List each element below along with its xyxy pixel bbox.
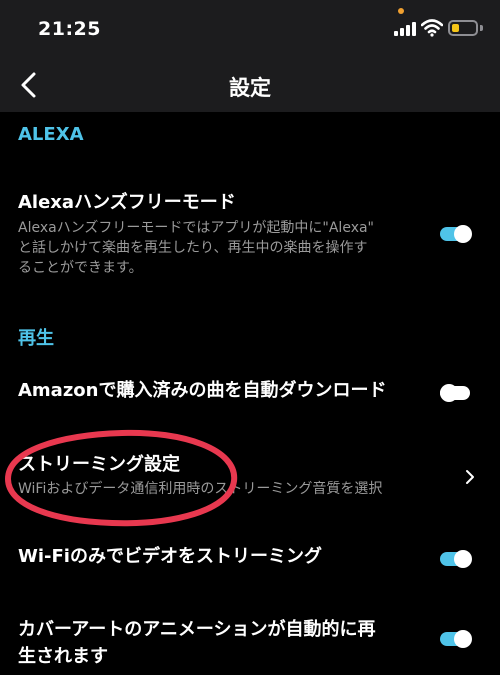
nav-bar: 設定	[0, 60, 500, 112]
section-header-playback: 再生	[18, 328, 54, 349]
toggle-knob	[454, 630, 472, 648]
status-bar: 21:25	[0, 0, 500, 60]
section-header-alexa: ALEXA	[18, 124, 84, 145]
toggle-knob	[454, 550, 472, 568]
chevron-right-icon	[466, 470, 474, 484]
toggle-knob	[454, 225, 472, 243]
setting-subtitle: Alexaハンズフリーモードではアプリが起動中に"Alexa" と話しかけて楽曲…	[18, 218, 428, 278]
subtitle-line: と話しかけて楽曲を再生したり、再生中の楽曲を操作す	[18, 240, 368, 256]
wifi-icon	[421, 19, 443, 37]
setting-title: Wi-Fiのみでビデオをストリーミング	[18, 546, 322, 567]
title-line: カバーアートのアニメーションが自動的に再	[18, 619, 376, 640]
subtitle-line: Alexaハンズフリーモードではアプリが起動中に"Alexa"	[18, 220, 374, 236]
alexa-handsfree-toggle[interactable]	[440, 225, 472, 243]
wifi-video-toggle[interactable]	[440, 550, 472, 568]
title-line: 生されます	[18, 646, 108, 667]
battery-tip	[480, 25, 483, 31]
setting-title: Alexaハンズフリーモード	[18, 192, 236, 213]
page-title: 設定	[229, 76, 271, 100]
setting-row-auto-download[interactable]: Amazonで購入済みの曲を自動ダウンロード	[0, 370, 500, 420]
battery-icon	[448, 20, 478, 36]
setting-row-streaming[interactable]: ストリーミング設定 WiFiおよびデータ通信利用時のストリーミング音質を選択	[0, 448, 500, 508]
cover-art-toggle[interactable]	[440, 630, 472, 648]
setting-title: Amazonで購入済みの曲を自動ダウンロード	[18, 380, 387, 401]
status-time: 21:25	[38, 18, 101, 40]
auto-download-toggle[interactable]	[440, 384, 470, 402]
recording-indicator-dot	[398, 8, 404, 14]
setting-title: ストリーミング設定	[18, 454, 180, 475]
subtitle-line: ることができます。	[18, 260, 143, 276]
setting-title: カバーアートのアニメーションが自動的に再 生されます	[18, 616, 428, 670]
toggle-knob	[440, 384, 458, 402]
setting-row-alexa-handsfree[interactable]: Alexaハンズフリーモード Alexaハンズフリーモードではアプリが起動中に"…	[0, 180, 500, 280]
setting-row-cover-art[interactable]: カバーアートのアニメーションが自動的に再 生されます	[0, 612, 500, 675]
battery-level-fill	[452, 24, 459, 32]
setting-subtitle: WiFiおよびデータ通信利用時のストリーミング音質を選択	[18, 481, 383, 497]
setting-row-wifi-video[interactable]: Wi-Fiのみでビデオをストリーミング	[0, 538, 500, 582]
signal-icon	[394, 22, 416, 36]
